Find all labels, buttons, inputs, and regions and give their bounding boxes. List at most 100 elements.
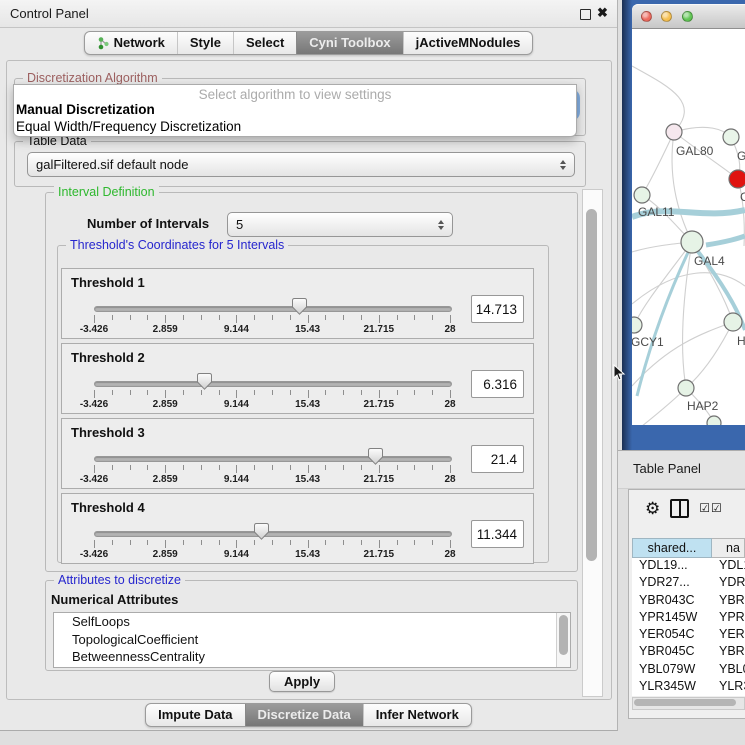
network-node[interactable] <box>632 317 642 333</box>
cell-shared-name[interactable]: YDR27... <box>632 575 712 592</box>
slider-tick <box>432 315 433 320</box>
cell-shared-name[interactable]: YBR043C <box>632 593 712 610</box>
tab-select[interactable]: Select <box>233 32 296 54</box>
slider-track[interactable] <box>94 531 452 537</box>
column-header-shared[interactable]: shared... <box>632 538 712 558</box>
bottom-tab-bar: Impute Data Discretize Data Infer Network <box>0 703 617 727</box>
slider-tick <box>183 390 184 395</box>
slider-thumb[interactable] <box>292 298 307 315</box>
attribute-item[interactable]: TopologicalCoefficient <box>54 631 570 649</box>
mac-close-icon[interactable] <box>641 11 652 22</box>
table-row[interactable]: YDL19...YDL1 <box>632 558 745 575</box>
table-row[interactable]: YBR043CYBR0 <box>632 593 745 610</box>
attributes-scrollbar-thumb[interactable] <box>559 615 568 655</box>
table-row[interactable]: YPR145WYPR1 <box>632 610 745 627</box>
table-header-row: shared... na <box>632 538 745 558</box>
slider-tick-label: -3.426 <box>80 324 108 335</box>
threshold-value-field[interactable]: 14.713 <box>471 295 524 323</box>
cell-name[interactable]: YPR1 <box>712 610 745 627</box>
algorithm-option-1[interactable]: Manual Discretization <box>14 102 576 119</box>
tab-label: Impute Data <box>158 707 232 722</box>
algorithm-option-2[interactable]: Equal Width/Frequency Discretization <box>14 119 576 136</box>
gear-icon[interactable]: ⚙ <box>645 500 660 517</box>
tab-infer-network[interactable]: Infer Network <box>363 704 471 726</box>
checkbox-icons[interactable]: ☑☑ <box>699 501 723 515</box>
mac-zoom-icon[interactable] <box>682 11 693 22</box>
attributes-legend: Attributes to discretize <box>54 573 185 587</box>
cell-name[interactable]: YER0 <box>712 627 745 644</box>
slider-tick-label: 28 <box>444 549 455 560</box>
network-node[interactable] <box>707 416 721 425</box>
threshold-label: Threshold 3 <box>71 425 145 440</box>
number-of-intervals-value: 5 <box>236 217 243 232</box>
tab-impute-data[interactable]: Impute Data <box>146 704 244 726</box>
attributes-list-scrollbar[interactable] <box>556 613 570 667</box>
slider-tick <box>254 390 255 395</box>
table-row[interactable]: YBR045CYBR0 <box>632 644 745 661</box>
network-node[interactable] <box>666 124 682 140</box>
tab-discretize-data[interactable]: Discretize Data <box>245 704 363 726</box>
cell-name[interactable]: YDL1 <box>712 558 745 575</box>
table-hscrollbar[interactable] <box>632 697 745 710</box>
cell-name[interactable]: YLR3 <box>712 679 745 696</box>
cell-name[interactable]: YBR0 <box>712 644 745 661</box>
split-column-icon[interactable] <box>670 499 689 518</box>
table-panel-title: Table Panel <box>633 451 701 487</box>
table-hscrollbar-thumb[interactable] <box>634 699 736 706</box>
slider-tick <box>414 390 415 395</box>
network-node[interactable] <box>729 170 745 188</box>
float-window-icon[interactable] <box>580 9 591 20</box>
slider-tick <box>165 315 166 323</box>
table-row[interactable]: YLR345WYLR3 <box>632 679 745 696</box>
slider-tick <box>450 315 451 323</box>
mac-minimize-icon[interactable] <box>661 11 672 22</box>
slider-tick <box>325 465 326 470</box>
tab-cyni-toolbox[interactable]: Cyni Toolbox <box>296 32 402 54</box>
column-header-name[interactable]: na <box>712 538 745 558</box>
threshold-value-field[interactable]: 21.4 <box>471 445 524 473</box>
slider-track[interactable] <box>94 306 452 312</box>
node-label: GCY1 <box>632 335 664 349</box>
cell-shared-name[interactable]: YDL19... <box>632 558 712 575</box>
attribute-item[interactable]: BetweennessCentrality <box>54 648 570 666</box>
table-row[interactable]: YDR27...YDR2 <box>632 575 745 592</box>
attributes-list[interactable]: SelfLoopsTopologicalCoefficientBetweenne… <box>53 612 571 668</box>
apply-button[interactable]: Apply <box>269 671 335 692</box>
network-node[interactable] <box>724 313 742 331</box>
tab-network[interactable]: Network <box>85 32 177 54</box>
slider-thumb[interactable] <box>368 448 383 465</box>
main-scrollbar-thumb[interactable] <box>586 209 597 561</box>
slider-tick <box>219 540 220 545</box>
tab-jactivemnodules[interactable]: jActiveMNodules <box>403 32 533 54</box>
cell-shared-name[interactable]: YLR345W <box>632 679 712 696</box>
network-canvas[interactable]: GAL80GACGAL11GAL4GCY1HHAP2 <box>632 29 745 425</box>
cell-name[interactable]: YDR2 <box>712 575 745 592</box>
interval-definition-legend: Interval Definition <box>54 185 159 199</box>
network-node[interactable] <box>681 231 703 253</box>
close-icon[interactable]: ✖ <box>597 5 608 21</box>
cell-shared-name[interactable]: YER054C <box>632 627 712 644</box>
cell-shared-name[interactable]: YBL079W <box>632 662 712 679</box>
cell-shared-name[interactable]: YBR045C <box>632 644 712 661</box>
table-data-combobox[interactable]: galFiltered.sif default node <box>27 152 575 177</box>
tab-label: Discretize Data <box>258 707 351 722</box>
network-node[interactable] <box>723 129 739 145</box>
table-row[interactable]: YER054CYER0 <box>632 627 745 644</box>
threshold-value-field[interactable]: 6.316 <box>471 370 524 398</box>
number-of-intervals-combobox[interactable]: 5 <box>227 212 453 237</box>
cell-shared-name[interactable]: YPR145W <box>632 610 712 627</box>
main-scrollbar[interactable] <box>582 189 603 697</box>
table-row[interactable]: YBL079WYBL0 <box>632 662 745 679</box>
cell-name[interactable]: YBL0 <box>712 662 745 679</box>
slider-thumb[interactable] <box>197 373 212 390</box>
network-node[interactable] <box>634 187 650 203</box>
cell-name[interactable]: YBR0 <box>712 593 745 610</box>
network-node[interactable] <box>678 380 694 396</box>
attribute-item[interactable]: SelfLoops <box>54 613 570 631</box>
slider-track[interactable] <box>94 456 452 462</box>
network-edge <box>642 132 674 195</box>
threshold-value-field[interactable]: 11.344 <box>471 520 524 548</box>
slider-track[interactable] <box>94 381 452 387</box>
tab-style[interactable]: Style <box>177 32 233 54</box>
slider-thumb[interactable] <box>254 523 269 540</box>
